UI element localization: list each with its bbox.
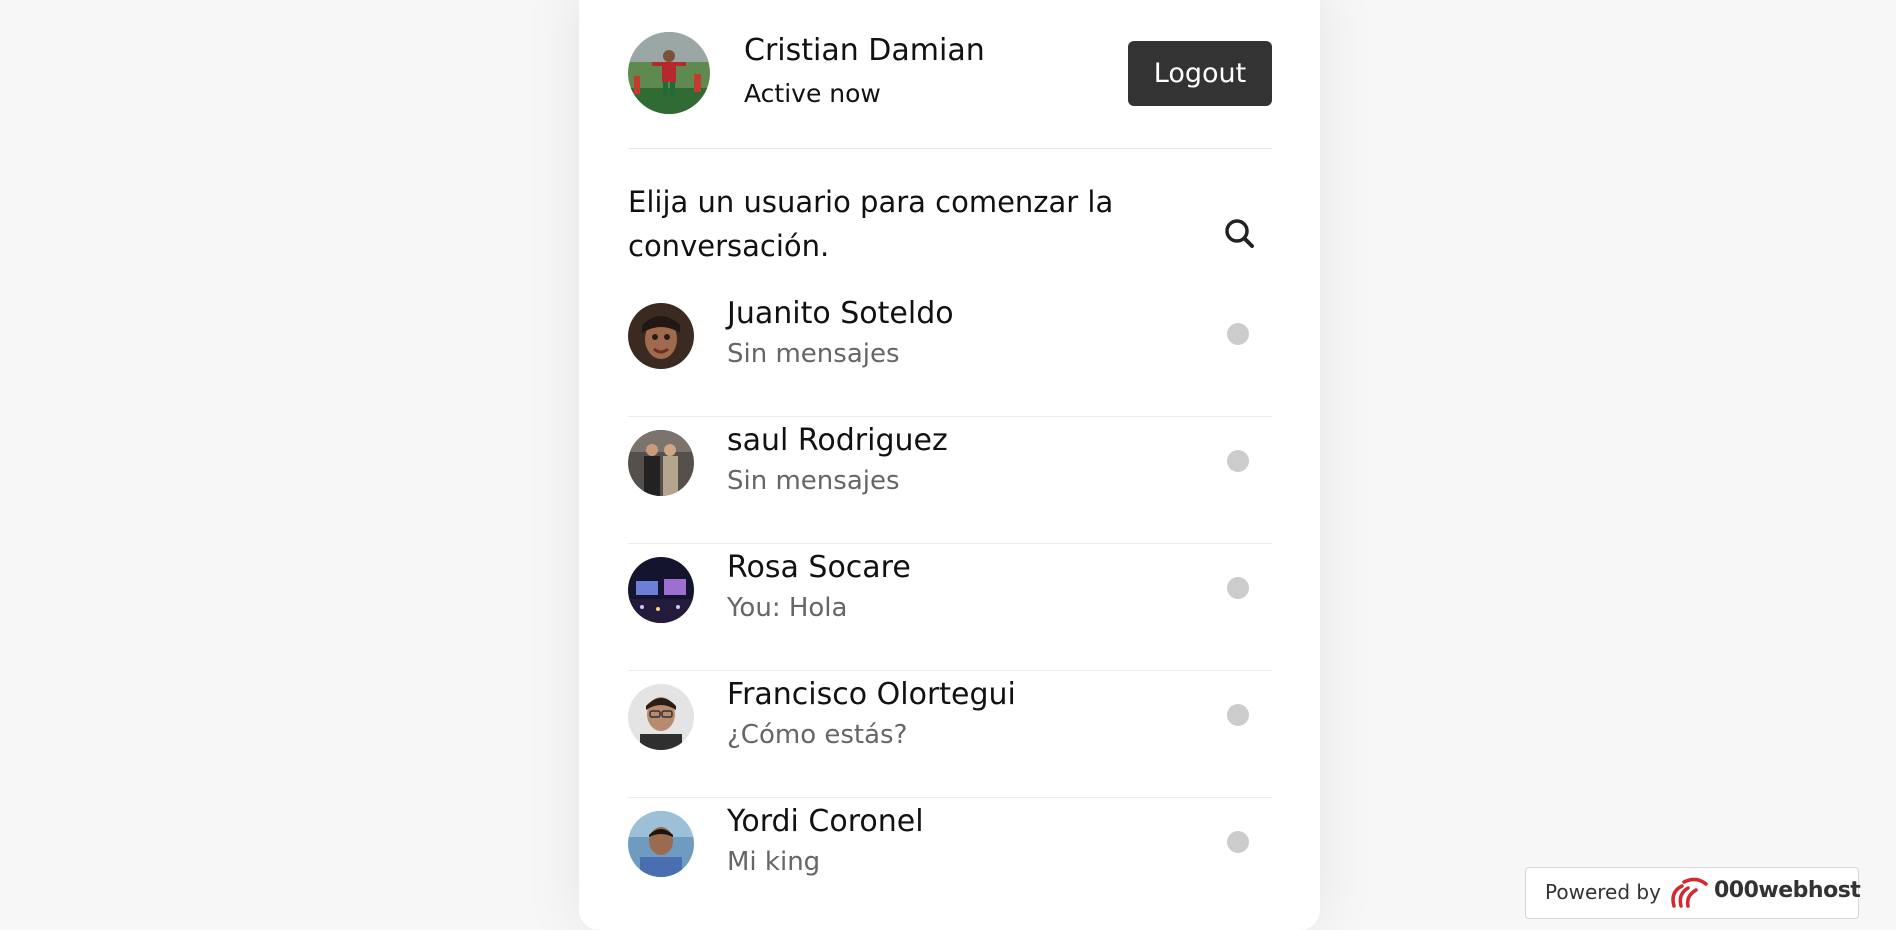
powered-by-label: Powered by xyxy=(1545,880,1661,904)
status-dot xyxy=(1227,831,1249,853)
webhost-brand: 000webhost xyxy=(1714,878,1861,903)
avatar xyxy=(628,557,694,623)
search-icon xyxy=(1210,204,1270,264)
powered-by-badge[interactable]: Powered by 000webhost xyxy=(1525,867,1861,919)
user-list: Juanito Soteldo Sin mensajes saul Rodrig… xyxy=(628,290,1272,924)
webhost-logo-icon xyxy=(1668,876,1708,910)
last-message: Sin mensajes xyxy=(727,466,900,496)
last-message: Mi king xyxy=(727,847,821,877)
search-button[interactable] xyxy=(1210,204,1270,264)
search-bar: Elija un usuario para comenzar la conver… xyxy=(628,180,1272,270)
user-name: saul Rodriguez xyxy=(727,423,948,458)
current-user-avatar xyxy=(628,32,710,114)
avatar xyxy=(628,811,694,877)
logout-button[interactable]: Logout xyxy=(1128,41,1272,106)
user-name: Francisco Olortegui xyxy=(727,677,1016,712)
avatar xyxy=(628,430,694,496)
current-user-name: Cristian Damian xyxy=(744,33,985,68)
list-item-juanito-soteldo[interactable]: Juanito Soteldo Sin mensajes xyxy=(628,290,1272,417)
list-item-francisco-olortegui[interactable]: Francisco Olortegui ¿Cómo estás? xyxy=(628,671,1272,798)
user-header: Cristian Damian Active now Logout xyxy=(628,0,1272,149)
user-name: Rosa Socare xyxy=(727,550,911,585)
status-dot xyxy=(1227,577,1249,599)
last-message: You: Hola xyxy=(727,593,848,623)
list-item-yordi-coronel[interactable]: Yordi Coronel Mi king xyxy=(628,798,1272,924)
last-message: Sin mensajes xyxy=(727,339,900,369)
list-item-rosa-socare[interactable]: Rosa Socare You: Hola xyxy=(628,544,1272,671)
search-prompt: Elija un usuario para comenzar la conver… xyxy=(628,185,1114,263)
last-message: ¿Cómo estás? xyxy=(727,720,908,750)
user-name: Yordi Coronel xyxy=(727,804,924,839)
list-item-saul-rodriguez[interactable]: saul Rodriguez Sin mensajes xyxy=(628,417,1272,544)
avatar xyxy=(628,303,694,369)
status-dot xyxy=(1227,323,1249,345)
avatar xyxy=(628,684,694,750)
current-user-status: Active now xyxy=(744,79,881,108)
status-dot xyxy=(1227,450,1249,472)
user-name: Juanito Soteldo xyxy=(727,296,954,331)
status-dot xyxy=(1227,704,1249,726)
